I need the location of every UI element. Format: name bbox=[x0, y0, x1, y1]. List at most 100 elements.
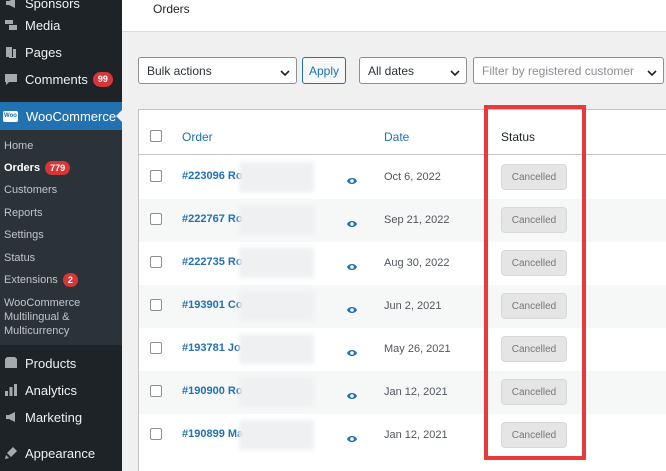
page-title: Orders bbox=[153, 2, 190, 16]
comments-count-badge: 99 bbox=[92, 71, 113, 87]
menu-item-woocommerce[interactable]: Woo WooCommerce bbox=[0, 102, 122, 130]
order-date: May 26, 2021 bbox=[384, 343, 451, 355]
submenu-customers[interactable]: Customers bbox=[4, 183, 57, 197]
menu-label: Products bbox=[25, 355, 77, 371]
select-value: All dates bbox=[368, 63, 415, 78]
chevron-down-icon bbox=[450, 66, 460, 80]
order-date: Jan 12, 2021 bbox=[384, 429, 448, 441]
column-header-order[interactable]: Order bbox=[182, 130, 213, 144]
redacted-name bbox=[239, 377, 314, 407]
table-row[interactable]: #222767 Ro Sep 21, 2022 Cancelled bbox=[139, 199, 666, 242]
table-header: Order Date Status bbox=[139, 110, 666, 155]
comment-icon bbox=[4, 72, 18, 86]
page-header: Orders bbox=[122, 0, 666, 32]
chevron-down-icon bbox=[647, 66, 657, 80]
redacted-name bbox=[239, 205, 314, 235]
order-date: Jun 2, 2021 bbox=[384, 300, 442, 312]
menu-label: WooCommerce bbox=[26, 108, 117, 124]
menu-item-marketing[interactable]: Marketing bbox=[0, 404, 122, 430]
table-row[interactable]: #193781 Jo May 26, 2021 Cancelled bbox=[139, 328, 666, 371]
row-checkbox[interactable] bbox=[150, 170, 162, 182]
order-link[interactable]: #222735 Ro bbox=[182, 256, 243, 268]
menu-label: Appearance bbox=[25, 445, 96, 461]
active-pointer bbox=[116, 110, 122, 122]
megaphone-icon bbox=[4, 410, 18, 424]
menu-item-appearance[interactable]: Appearance bbox=[0, 440, 122, 466]
preview-eye-icon[interactable] bbox=[347, 302, 357, 313]
menu-label: Comments bbox=[25, 71, 88, 87]
redacted-name bbox=[239, 248, 314, 278]
menu-item-media[interactable]: Media bbox=[0, 12, 122, 38]
preview-eye-icon[interactable] bbox=[347, 431, 357, 442]
apply-button[interactable]: Apply bbox=[302, 57, 346, 84]
chevron-down-icon bbox=[280, 66, 290, 80]
menu-item-products[interactable]: Products bbox=[0, 350, 122, 376]
submenu-reports[interactable]: Reports bbox=[4, 206, 43, 220]
row-checkbox[interactable] bbox=[150, 256, 162, 268]
order-link[interactable]: #193781 Jo bbox=[182, 342, 241, 354]
order-link[interactable]: #193901 Co bbox=[182, 299, 243, 311]
submenu-extensions[interactable]: Extensions 2 bbox=[4, 273, 78, 287]
bar-chart-icon bbox=[4, 383, 18, 397]
menu-label: Pages bbox=[25, 44, 62, 60]
orders-table: Order Date Status #223096 Ro Oct 6, 2022… bbox=[138, 109, 666, 471]
table-row[interactable]: #190899 Ma Jan 12, 2021 Cancelled bbox=[139, 414, 666, 457]
row-checkbox[interactable] bbox=[150, 428, 162, 440]
submenu-orders[interactable]: Orders 779 bbox=[4, 161, 71, 175]
redacted-name bbox=[239, 162, 314, 192]
order-date: Aug 30, 2022 bbox=[384, 257, 450, 269]
order-link[interactable]: #222767 Ro bbox=[182, 213, 243, 225]
menu-label: Marketing bbox=[25, 409, 83, 425]
select-value: Bulk actions bbox=[147, 63, 212, 78]
select-all-checkbox[interactable] bbox=[150, 130, 162, 142]
orders-count-badge: 779 bbox=[45, 161, 71, 175]
menu-label: Sponsors bbox=[25, 0, 80, 11]
customer-filter-select[interactable]: Filter by registered customer bbox=[473, 57, 664, 84]
submenu-home[interactable]: Home bbox=[4, 139, 33, 153]
redacted-name bbox=[239, 420, 314, 450]
dates-select[interactable]: All dates bbox=[359, 57, 467, 84]
menu-item-pages[interactable]: Pages bbox=[0, 39, 122, 65]
submenu-settings[interactable]: Settings bbox=[4, 228, 44, 242]
select-placeholder: Filter by registered customer bbox=[482, 63, 635, 78]
admin-sidebar: Sponsors Media Pages Comments 99 Woo Woo… bbox=[0, 0, 122, 471]
pages-icon bbox=[4, 45, 18, 59]
menu-item-comments[interactable]: Comments 99 bbox=[0, 66, 122, 92]
order-date: Sep 21, 2022 bbox=[384, 214, 450, 226]
order-link[interactable]: #190899 Ma bbox=[182, 428, 243, 440]
table-row[interactable]: #190900 Ro Jan 12, 2021 Cancelled bbox=[139, 371, 666, 414]
column-header-date[interactable]: Date bbox=[384, 130, 409, 144]
media-icon bbox=[4, 18, 18, 32]
box-icon bbox=[4, 356, 18, 370]
brush-icon bbox=[4, 446, 18, 460]
bulk-actions-select[interactable]: Bulk actions bbox=[138, 57, 297, 84]
status-column-highlight bbox=[484, 105, 586, 460]
submenu-status[interactable]: Status bbox=[4, 251, 35, 265]
order-link[interactable]: #190900 Ro bbox=[182, 385, 243, 397]
menu-label: Analytics bbox=[25, 382, 78, 398]
woocommerce-logo-icon: Woo bbox=[3, 110, 18, 122]
table-row[interactable]: #222735 Ro Aug 30, 2022 Cancelled bbox=[139, 242, 666, 285]
preview-eye-icon[interactable] bbox=[347, 173, 357, 184]
redacted-name bbox=[239, 291, 314, 321]
order-date: Oct 6, 2022 bbox=[384, 171, 441, 183]
table-row[interactable]: #193901 Co Jun 2, 2021 Cancelled bbox=[139, 285, 666, 328]
megaphone-icon bbox=[4, 0, 18, 10]
row-checkbox[interactable] bbox=[150, 213, 162, 225]
preview-eye-icon[interactable] bbox=[347, 216, 357, 227]
preview-eye-icon[interactable] bbox=[347, 388, 357, 399]
row-checkbox[interactable] bbox=[150, 342, 162, 354]
preview-eye-icon[interactable] bbox=[347, 259, 357, 270]
woocommerce-submenu: Home Orders 779 Customers Reports Setting… bbox=[0, 130, 122, 345]
table-row[interactable]: #223096 Ro Oct 6, 2022 Cancelled bbox=[139, 156, 666, 199]
order-date: Jan 12, 2021 bbox=[384, 386, 448, 398]
preview-eye-icon[interactable] bbox=[347, 345, 357, 356]
submenu-wcml[interactable]: WooCommerce Multilingual & Multicurrency bbox=[4, 296, 94, 338]
menu-label: Media bbox=[25, 17, 61, 33]
row-checkbox[interactable] bbox=[150, 385, 162, 397]
redacted-name bbox=[239, 334, 314, 364]
menu-item-analytics[interactable]: Analytics bbox=[0, 377, 122, 403]
order-link[interactable]: #223096 Ro bbox=[182, 170, 243, 182]
row-checkbox[interactable] bbox=[150, 299, 162, 311]
extensions-count-badge: 2 bbox=[62, 273, 78, 287]
